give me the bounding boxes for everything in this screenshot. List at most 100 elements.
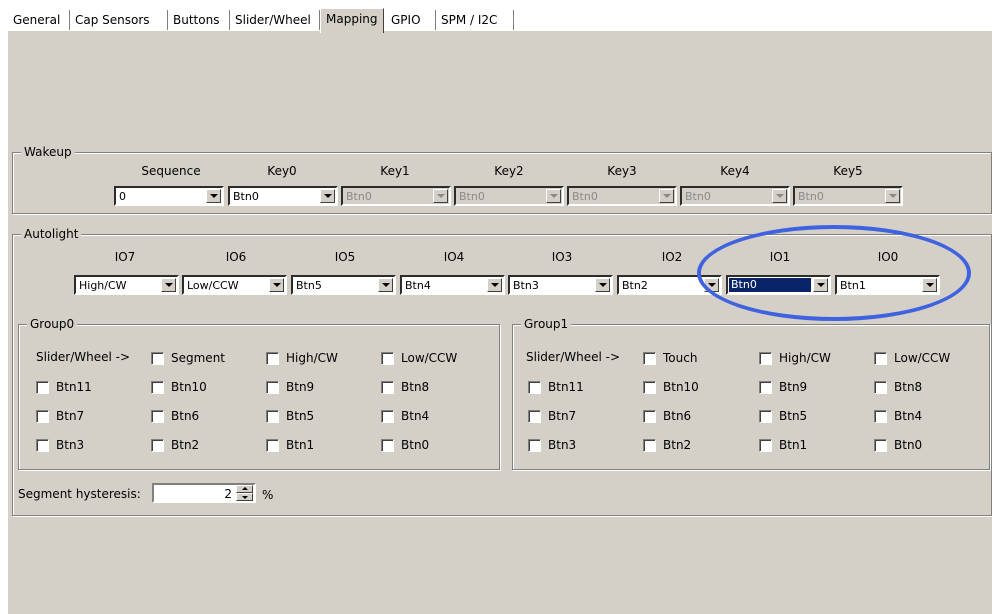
group0-btn2-checkbox[interactable]: Btn2 (151, 438, 199, 452)
autolight-io6-select[interactable]: Low/CCW (182, 275, 287, 295)
group1-btn7-checkbox[interactable]: Btn7 (528, 409, 576, 423)
chevron-down-icon[interactable] (595, 278, 610, 292)
chevron-down-icon[interactable] (922, 278, 937, 292)
group0-btn3-checkbox[interactable]: Btn3 (36, 438, 84, 452)
tab-buttons[interactable]: Buttons (168, 10, 230, 30)
group1-btn9-checkbox[interactable]: Btn9 (759, 380, 807, 394)
group0-btn8-checkbox[interactable]: Btn8 (381, 380, 429, 394)
segment-hysteresis-spinner[interactable]: 2 (152, 483, 256, 503)
group0-btn6-checkbox[interactable]: Btn6 (151, 409, 199, 423)
group1-btn5-checkbox[interactable]: Btn5 (759, 409, 807, 423)
tab-divider (8, 30, 992, 31)
checkbox-icon[interactable] (643, 409, 656, 423)
checkbox-icon[interactable] (643, 438, 656, 452)
tab-spm-i2c[interactable]: SPM / I2C (436, 10, 514, 30)
group0-slider-highcw-checkbox[interactable]: High/CW (266, 351, 338, 365)
chevron-down-icon[interactable] (378, 278, 393, 292)
group0-btn7-checkbox[interactable]: Btn7 (36, 409, 84, 423)
group0-slider-segment-checkbox[interactable]: Segment (151, 351, 225, 365)
group0-btn4-checkbox[interactable]: Btn4 (381, 409, 429, 423)
checkbox-icon[interactable] (266, 351, 279, 365)
checkbox-icon[interactable] (151, 351, 164, 365)
checkbox-label: High/CW (779, 351, 831, 365)
autolight-header-io5: IO5 (334, 250, 356, 264)
chevron-down-icon[interactable] (704, 278, 719, 292)
autolight-io5-select[interactable]: Btn5 (291, 275, 396, 295)
checkbox-icon[interactable] (36, 380, 49, 394)
checkbox-icon[interactable] (381, 351, 394, 365)
wakeup-key0-select[interactable]: Btn0 (228, 186, 338, 206)
group0-btn5-checkbox[interactable]: Btn5 (266, 409, 314, 423)
checkbox-label: Btn1 (779, 438, 808, 452)
group1-slider-touch-checkbox[interactable]: Touch (643, 351, 697, 365)
group1-btn2-checkbox[interactable]: Btn2 (643, 438, 691, 452)
spin-up-icon[interactable] (236, 485, 253, 493)
checkbox-label: Btn2 (171, 438, 200, 452)
combo-value: Btn0 (685, 190, 711, 203)
wakeup-sequence-select[interactable]: 0 (114, 186, 224, 206)
chevron-down-icon[interactable] (206, 189, 221, 203)
checkbox-icon[interactable] (266, 409, 279, 423)
autolight-header-io6: IO6 (225, 250, 247, 264)
checkbox-icon[interactable] (36, 438, 49, 452)
checkbox-icon[interactable] (266, 380, 279, 394)
checkbox-icon[interactable] (151, 438, 164, 452)
group0-btn1-checkbox[interactable]: Btn1 (266, 438, 314, 452)
checkbox-icon[interactable] (528, 438, 541, 452)
tab-mapping[interactable]: Mapping (320, 8, 384, 33)
group1-slider-lowccw-checkbox[interactable]: Low/CCW (874, 351, 950, 365)
checkbox-icon[interactable] (874, 351, 887, 365)
checkbox-icon[interactable] (643, 351, 656, 365)
autolight-io3-select[interactable]: Btn3 (508, 275, 613, 295)
group1-btn1-checkbox[interactable]: Btn1 (759, 438, 807, 452)
combo-value: Btn4 (405, 279, 431, 292)
checkbox-icon[interactable] (381, 380, 394, 394)
checkbox-icon[interactable] (643, 380, 656, 394)
tab-slider-wheel[interactable]: Slider/Wheel (230, 10, 320, 30)
checkbox-icon[interactable] (759, 380, 772, 394)
group1-btn3-checkbox[interactable]: Btn3 (528, 438, 576, 452)
chevron-down-icon[interactable] (161, 278, 176, 292)
chevron-down-icon[interactable] (269, 278, 284, 292)
autolight-io1-select[interactable]: Btn0 (726, 275, 831, 295)
group1-btn4-checkbox[interactable]: Btn4 (874, 409, 922, 423)
spin-down-icon[interactable] (236, 493, 253, 501)
checkbox-icon[interactable] (874, 409, 887, 423)
checkbox-icon[interactable] (266, 438, 279, 452)
autolight-io4-select[interactable]: Btn4 (400, 275, 505, 295)
group1-btn0-checkbox[interactable]: Btn0 (874, 438, 922, 452)
chevron-down-icon[interactable] (813, 278, 828, 292)
checkbox-icon[interactable] (759, 409, 772, 423)
checkbox-icon[interactable] (874, 438, 887, 452)
checkbox-icon[interactable] (36, 409, 49, 423)
checkbox-icon[interactable] (151, 380, 164, 394)
tab-cap-sensors[interactable]: Cap Sensors (70, 10, 168, 30)
checkbox-icon[interactable] (759, 438, 772, 452)
chevron-down-icon[interactable] (487, 278, 502, 292)
group0-btn9-checkbox[interactable]: Btn9 (266, 380, 314, 394)
checkbox-icon[interactable] (151, 409, 164, 423)
chevron-down-icon (659, 189, 674, 203)
tab-general[interactable]: General (8, 10, 70, 30)
autolight-io7-select[interactable]: High/CW (74, 275, 179, 295)
group0-slider-lowccw-checkbox[interactable]: Low/CCW (381, 351, 457, 365)
tab-gpio[interactable]: GPIO (386, 10, 436, 30)
group0-btn0-checkbox[interactable]: Btn0 (381, 438, 429, 452)
group1-btn6-checkbox[interactable]: Btn6 (643, 409, 691, 423)
checkbox-label: Btn3 (548, 438, 577, 452)
checkbox-icon[interactable] (759, 351, 772, 365)
autolight-io0-select[interactable]: Btn1 (835, 275, 940, 295)
group1-btn11-checkbox[interactable]: Btn11 (528, 380, 584, 394)
group0-btn11-checkbox[interactable]: Btn11 (36, 380, 92, 394)
group1-btn10-checkbox[interactable]: Btn10 (643, 380, 699, 394)
group1-btn8-checkbox[interactable]: Btn8 (874, 380, 922, 394)
checkbox-icon[interactable] (381, 438, 394, 452)
checkbox-icon[interactable] (874, 380, 887, 394)
group1-slider-highcw-checkbox[interactable]: High/CW (759, 351, 831, 365)
checkbox-icon[interactable] (381, 409, 394, 423)
chevron-down-icon[interactable] (320, 189, 335, 203)
checkbox-icon[interactable] (528, 380, 541, 394)
group0-btn10-checkbox[interactable]: Btn10 (151, 380, 207, 394)
checkbox-icon[interactable] (528, 409, 541, 423)
autolight-io2-select[interactable]: Btn2 (617, 275, 722, 295)
